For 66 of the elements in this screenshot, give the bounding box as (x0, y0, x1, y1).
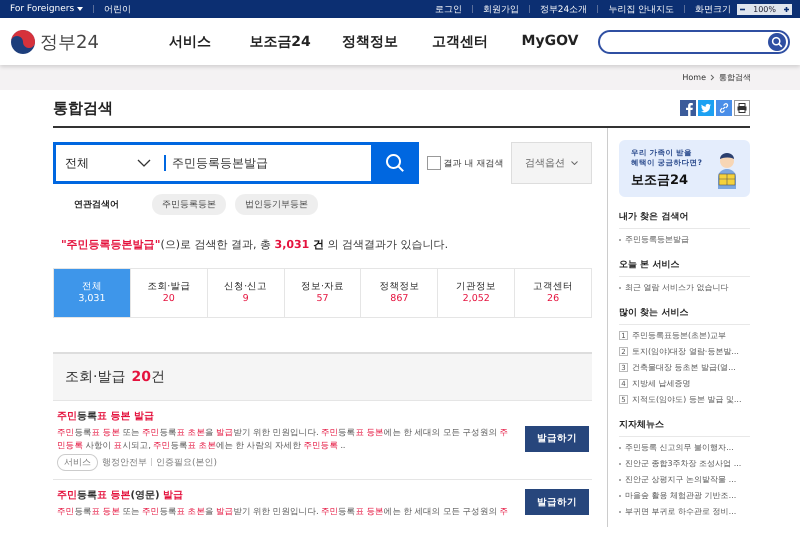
sidebar-heading: 오늘 본 서비스 (619, 258, 750, 277)
search-options-button[interactable]: 검색옵션 (511, 142, 592, 184)
twitter-icon[interactable] (698, 100, 714, 116)
section-title: 조회·발급 (65, 368, 126, 386)
sidebar-link[interactable]: 최근 열람 서비스가 없습니다 (619, 282, 750, 293)
print-icon[interactable] (734, 100, 750, 116)
search-field[interactable] (598, 30, 790, 54)
nav-link[interactable]: 보조금24 (235, 32, 325, 50)
sidebar-link[interactable]: 주민등록 신고의무 불이행자... (619, 442, 750, 453)
sidebar-link[interactable]: 마을숲 활용 체험관광 기반조... (619, 490, 750, 501)
chevron-down-icon (137, 159, 151, 167)
language-menu[interactable]: For Foreigners (10, 4, 84, 14)
chevron-right-icon (710, 74, 715, 81)
sidebar-heading: 많이 찾는 서비스 (619, 306, 750, 325)
result-summary: "주민등록등본발급"(으)로 검색한 결과, 총 3,031 건 의 검색결과가 있습니다. (61, 237, 450, 252)
nav-link[interactable]: 서비스 (145, 32, 235, 50)
breadcrumb-link[interactable]: Home (682, 73, 706, 82)
top-link[interactable]: 누리집 안내지도 (608, 2, 674, 16)
sidebar-link[interactable]: 부귀면 부귀로 하수관로 정비... (619, 506, 750, 517)
breadcrumb-link[interactable]: 통합검색 (719, 72, 751, 83)
category-tag: 서비스 (57, 454, 98, 471)
caret-icon (77, 7, 84, 11)
search-input[interactable]: 주민등록등본발급 (166, 154, 371, 172)
top-link[interactable]: 정부24소개 (540, 2, 588, 16)
nav-link[interactable]: MyGOV (505, 32, 595, 50)
result-title[interactable]: 주민등록표 등본 발급 (57, 409, 511, 423)
text-cursor (164, 155, 166, 171)
sidebar-link[interactable]: 진안군 상평지구 논의밭작물 ... (619, 474, 750, 485)
zoom-out-icon[interactable] (737, 4, 748, 14)
related-label: 연관검색어 (74, 199, 119, 211)
sidebar-link[interactable]: 주민등록등본발급 (619, 234, 750, 245)
auth-note: 인증필요(본인) (156, 456, 218, 469)
category-tab[interactable]: 정책정보 867 (360, 269, 438, 317)
top-link[interactable]: 어린이 (104, 2, 132, 16)
section-count: 20건 (130, 368, 165, 386)
site-logo[interactable]: 정부24 (10, 28, 145, 54)
nav-link[interactable]: 고객센터 (415, 32, 505, 50)
logo-emblem-icon (10, 28, 36, 54)
keyword-chip[interactable]: 법인등기부등본 (235, 194, 318, 215)
search-icon[interactable] (768, 32, 786, 50)
top-link[interactable]: 로그인 (434, 2, 462, 16)
nav-link[interactable]: 정책정보 (325, 32, 415, 50)
page-title: 통합검색 (53, 98, 113, 118)
result-title[interactable]: 주민등록표 등본(영문) 발급 (57, 488, 511, 502)
banner-title: 보조금24 (631, 172, 690, 189)
checkbox[interactable] (426, 156, 441, 170)
zoom-in-icon[interactable] (781, 4, 792, 14)
checkbox-label: 결과 내 재검색 (444, 158, 504, 170)
scope-dropdown[interactable]: 전체 (56, 145, 160, 181)
zoom-label: 화면크기 (695, 4, 732, 16)
top-link[interactable]: 회원가입 (482, 2, 519, 16)
facebook-icon[interactable] (680, 100, 696, 116)
category-tab[interactable]: 정보·자료 57 (284, 269, 360, 317)
keyword-chip[interactable]: 주민등록등본 (152, 194, 226, 215)
zoom-value: 100% (748, 4, 781, 14)
agency-name: 행정안전부 (102, 456, 147, 469)
chevron-down-icon (571, 161, 578, 165)
issue-button[interactable]: 발급하기 (525, 426, 589, 452)
search-button[interactable] (370, 142, 419, 184)
sidebar-heading: 내가 찾은 검색어 (619, 210, 750, 229)
sidebar-heading: 지자체뉴스 (619, 418, 750, 437)
result-description: 주민등록표 등본 또는 주민등록표 초본을 발급받기 위한 민원입니다. 주민등록표 등본에는 한 세대의 모든 구성원의 주민등록 사항이 표시되고, 주민등록표 초본에는 한 사람의 자세한 주민등록 .. (57, 427, 510, 453)
sidebar-link[interactable]: 진안군 종합3주차장 조성사업 ... (619, 458, 750, 469)
issue-button[interactable]: 발급하기 (525, 489, 589, 516)
result-description: 주민등록표 등본 또는 주민등록표 초본을 발급받기 위한 민원입니다. 주민등록표 등본에는 한 세대의 모든 구성원의 주 (57, 506, 510, 519)
search-icon (384, 153, 405, 173)
